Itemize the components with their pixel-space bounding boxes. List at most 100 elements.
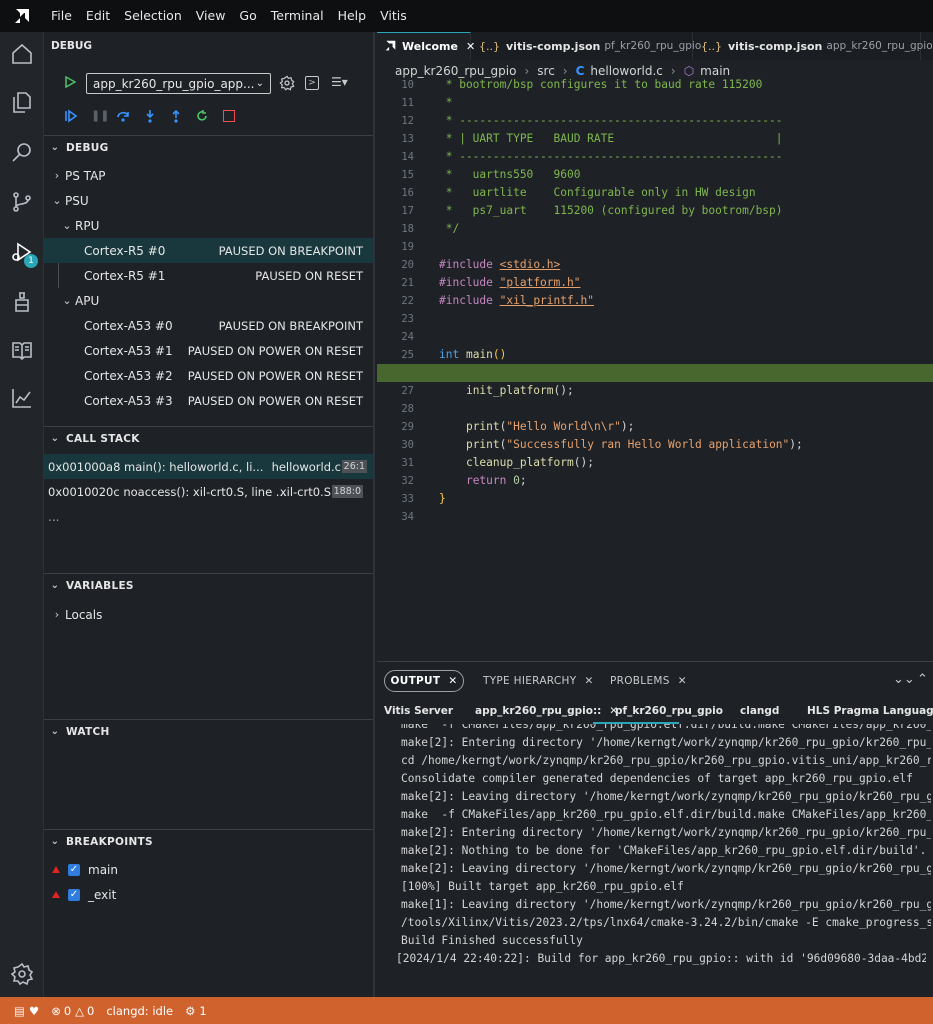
restart-icon[interactable]: [195, 109, 209, 126]
tab-welcome[interactable]: Welcome ✕: [377, 32, 475, 60]
output-line: Consolidate compiler generated dependenc…: [401, 772, 913, 785]
bottom-panel: OUTPUT ✕ TYPE HIERARCHY ✕ PROBLEMS ✕ ⌄⌄ …: [377, 661, 933, 997]
clangd-status[interactable]: clangd: idle: [106, 1004, 173, 1018]
debug-sidebar: DEBUG app_kr260_rpu_gpio_app... ⌄ > ☰▾ ❚…: [44, 32, 375, 997]
source-control-icon[interactable]: [0, 180, 44, 224]
explorer-icon[interactable]: [0, 80, 44, 124]
watch-title: WATCH: [66, 725, 110, 738]
tree-item-cortex-a53-3[interactable]: Cortex-A53 #3 PAUSED ON POWER ON RESET: [44, 388, 373, 413]
ports-count[interactable]: 1: [199, 1004, 206, 1018]
close-icon[interactable]: ✕: [448, 675, 457, 687]
call-stack-frame[interactable]: 0x0010020c noaccess(): xil-crt0.S, line …: [44, 479, 373, 504]
heart-icon[interactable]: ♥: [29, 1004, 39, 1018]
home-icon[interactable]: [0, 32, 44, 76]
call-stack-more[interactable]: ...: [44, 504, 373, 529]
chevron-down-icon: ⌄: [50, 836, 60, 847]
debug-section-title: DEBUG: [66, 141, 109, 154]
channel-clangd[interactable]: clangd: [740, 700, 779, 722]
error-count[interactable]: 0: [64, 1004, 71, 1018]
call-stack-frame[interactable]: 0x001000a8 main(): helloworld.c, li... h…: [44, 454, 373, 479]
step-into-icon[interactable]: [143, 109, 157, 126]
core-name: Cortex-A53 #0: [84, 318, 173, 333]
code-line: 33}: [401, 492, 446, 505]
warning-count[interactable]: 0: [87, 1004, 94, 1018]
tree-item-cortex-r5-1[interactable]: Cortex-R5 #1 PAUSED ON RESET: [44, 263, 373, 288]
menu-help[interactable]: Help: [331, 0, 374, 32]
analytics-chart-icon[interactable]: [0, 376, 44, 420]
core-state: PAUSED ON POWER ON RESET: [187, 343, 363, 358]
gear-icon[interactable]: [279, 75, 295, 94]
tree-item-cortex-r5-0[interactable]: Cortex-R5 #0 PAUSED ON BREAKPOINT: [44, 238, 373, 263]
core-name: Cortex-A53 #2: [84, 368, 173, 383]
step-over-icon[interactable]: [116, 109, 130, 126]
menu-vitis[interactable]: Vitis: [373, 0, 414, 32]
code-line: 34: [401, 511, 414, 523]
watch-section-header[interactable]: ⌄ WATCH: [44, 719, 373, 743]
debug-section-header[interactable]: ⌄ DEBUG: [44, 135, 373, 159]
tab-problems[interactable]: PROBLEMS ✕: [610, 670, 687, 692]
debug-console-icon[interactable]: >: [305, 76, 319, 90]
core-name: Cortex-R5 #1: [84, 268, 166, 283]
tree-item-ps-tap[interactable]: › PS TAP: [44, 163, 373, 188]
tab-vitis-comp-app[interactable]: {..} vitis-comp.json app_kr260_rpu_gpio: [693, 32, 933, 60]
step-out-icon[interactable]: [169, 109, 183, 126]
panel-layout-icon[interactable]: ▤: [14, 1004, 25, 1018]
run-debug-icon[interactable]: 1: [0, 230, 44, 274]
json-icon: {..}: [479, 39, 500, 53]
tree-item-apu[interactable]: ⌄ APU: [44, 288, 373, 313]
close-icon[interactable]: ✕: [584, 675, 593, 687]
channel-hls-pragma[interactable]: HLS Pragma Language S: [807, 700, 933, 722]
output-line: make[1]: Leaving directory '/home/kerngt…: [401, 898, 931, 911]
channel-vitis-server[interactable]: Vitis Server: [384, 700, 453, 722]
output-line: [100%] Built target app_kr260_rpu_gpio.e…: [401, 880, 684, 893]
tree-item-cortex-a53-1[interactable]: Cortex-A53 #1 PAUSED ON POWER ON RESET: [44, 338, 373, 363]
breakpoint-item[interactable]: ✓ main: [44, 857, 373, 882]
call-stack-section-header[interactable]: ⌄ CALL STACK: [44, 426, 373, 450]
frame-file: helloworld.c: [271, 459, 341, 474]
tree-item-cortex-a53-0[interactable]: Cortex-A53 #0 PAUSED ON BREAKPOINT: [44, 313, 373, 338]
tab-sublabel: app_kr260_rpu_gpio: [826, 40, 933, 52]
menu-selection[interactable]: Selection: [117, 0, 189, 32]
tab-vitis-comp-pf[interactable]: {..} vitis-comp.json pf_kr260_rpu_gpio: [471, 32, 701, 60]
code-line-current: 26{: [377, 364, 933, 382]
chevron-right-icon: ›: [54, 608, 60, 621]
close-icon[interactable]: ✕: [678, 675, 687, 687]
start-debugging-icon[interactable]: [64, 75, 77, 91]
variables-locals[interactable]: › Locals: [44, 602, 373, 627]
chevron-down-icon: ⌄: [50, 142, 60, 153]
tab-output[interactable]: OUTPUT ✕: [384, 670, 464, 692]
continue-icon[interactable]: [64, 109, 78, 126]
menu-file[interactable]: File: [44, 0, 79, 32]
channel-pf[interactable]: pf_kr260_rpu_gpio: [615, 700, 723, 722]
collapse-panel-icon[interactable]: ⌄⌄: [893, 672, 915, 687]
extensions-flask-icon[interactable]: [0, 280, 44, 324]
breakpoints-section-header[interactable]: ⌄ BREAKPOINTS: [44, 829, 373, 853]
settings-gear-icon[interactable]: [0, 952, 44, 996]
tree-item-psu[interactable]: ⌄ PSU: [44, 188, 373, 213]
breakpoint-item[interactable]: ✓ _exit: [44, 882, 373, 907]
channel-app[interactable]: app_kr260_rpu_gpio:: ✕: [475, 700, 618, 722]
variables-title: VARIABLES: [66, 579, 134, 592]
code-editor[interactable]: 10 * bootrom/bsp configures it to baud r…: [377, 78, 933, 660]
variables-section-header[interactable]: ⌄ VARIABLES: [44, 573, 373, 597]
pause-icon[interactable]: ❚❚: [91, 109, 109, 122]
menu-terminal[interactable]: Terminal: [264, 0, 331, 32]
book-icon[interactable]: [0, 328, 44, 372]
tab-type-hierarchy[interactable]: TYPE HIERARCHY ✕: [483, 670, 594, 692]
breakpoint-checkbox[interactable]: ✓: [68, 888, 80, 901]
stop-icon[interactable]: [223, 110, 235, 122]
menu-edit[interactable]: Edit: [79, 0, 117, 32]
output-line: make[2]: Nothing to be done for 'CMakeFi…: [401, 844, 927, 857]
launch-config-select[interactable]: app_kr260_rpu_gpio_app... ⌄: [86, 73, 271, 94]
sidebar-title: DEBUG: [51, 40, 93, 52]
tree-item-rpu[interactable]: ⌄ RPU: [44, 213, 373, 238]
maximize-panel-icon[interactable]: ⌃: [917, 672, 928, 687]
search-icon[interactable]: [0, 130, 44, 174]
more-actions-icon[interactable]: ☰▾: [331, 75, 348, 89]
output-content[interactable]: make -f CMakeFiles/app_kr260_rpu_gpio.el…: [377, 724, 933, 998]
menu-view[interactable]: View: [189, 0, 233, 32]
tree-item-cortex-a53-2[interactable]: Cortex-A53 #2 PAUSED ON POWER ON RESET: [44, 363, 373, 388]
warning-icon: △: [75, 1003, 85, 1018]
breakpoint-checkbox[interactable]: ✓: [68, 863, 80, 876]
menu-go[interactable]: Go: [232, 0, 263, 32]
